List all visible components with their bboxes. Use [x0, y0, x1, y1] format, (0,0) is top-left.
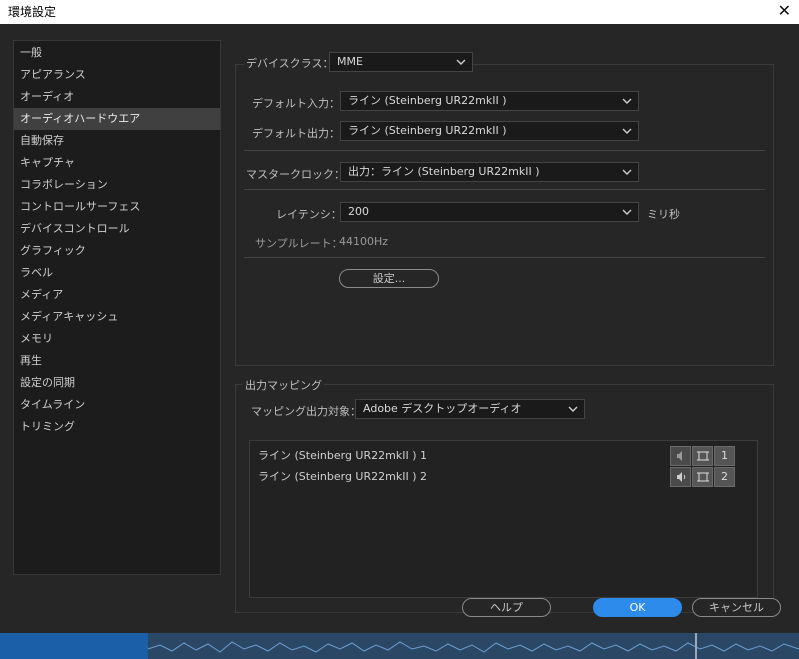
- default-output-select[interactable]: ライン (Steinberg UR22mkII ): [340, 121, 639, 141]
- sidebar-item[interactable]: メディア: [14, 284, 220, 306]
- sidebar-item[interactable]: オーディオハードウエア: [14, 108, 220, 130]
- device-class-select[interactable]: MME: [329, 52, 473, 72]
- sidebar-item[interactable]: アピアランス: [14, 64, 220, 86]
- mapping-target-value: Adobe デスクトップオーディオ: [363, 402, 522, 415]
- default-input-select[interactable]: ライン (Steinberg UR22mkII ): [340, 91, 639, 111]
- channel-frame-icon[interactable]: [692, 446, 713, 466]
- mapping-list: ライン (Steinberg UR22mkII ) 1 ライン (Steinbe…: [249, 440, 758, 598]
- sidebar-item[interactable]: コラボレーション: [14, 174, 220, 196]
- master-clock-value: 出力：ライン (Steinberg UR22mkII ): [348, 165, 540, 178]
- sidebar-item[interactable]: 一般: [14, 42, 220, 64]
- sidebar-item[interactable]: オーディオ: [14, 86, 220, 108]
- title-bar: 環境設定 ✕: [0, 0, 799, 24]
- chevron-down-icon: [622, 128, 632, 134]
- sample-rate-value: 44100Hz: [339, 235, 389, 248]
- timeline-waveform-strip: [0, 633, 799, 659]
- sidebar-item[interactable]: デバイスコントロール: [14, 218, 220, 240]
- sample-rate-label: サンプルレート：: [255, 237, 343, 250]
- latency-label: レイテンシ：: [276, 208, 342, 221]
- sidebar-item[interactable]: ラベル: [14, 262, 220, 284]
- sidebar-item[interactable]: キャプチャ: [14, 152, 220, 174]
- latency-value: 200: [348, 205, 369, 218]
- preferences-dialog: 一般 アピアランス オーディオ オーディオハードウエア 自動保存 キャプチャ コラボレーショ…: [0, 24, 799, 633]
- default-input-label: デフォルト入力：: [252, 97, 340, 110]
- sidebar-item[interactable]: トリミング: [14, 416, 220, 438]
- default-output-label: デフォルト出力：: [252, 127, 340, 140]
- channel-number: 2: [714, 467, 735, 487]
- chevron-down-icon: [622, 169, 632, 175]
- device-class-label: デバイスクラス：: [244, 55, 336, 71]
- sidebar-item[interactable]: メモリ: [14, 328, 220, 350]
- chevron-down-icon: [568, 406, 578, 412]
- mapping-row-label: ライン (Steinberg UR22mkII ) 1: [258, 449, 427, 462]
- channel-number: 1: [714, 446, 735, 466]
- sidebar-item[interactable]: グラフィック: [14, 240, 220, 262]
- channel-frame-icon[interactable]: [692, 467, 713, 487]
- latency-select[interactable]: 200: [340, 202, 639, 222]
- close-icon[interactable]: ✕: [778, 1, 791, 20]
- latency-unit: ミリ秒: [647, 208, 680, 221]
- cancel-button[interactable]: キャンセル: [692, 598, 781, 617]
- divider: [244, 150, 765, 151]
- device-class-value: MME: [337, 55, 363, 68]
- divider: [244, 257, 765, 258]
- sidebar-item[interactable]: 自動保存: [14, 130, 220, 152]
- chevron-down-icon: [622, 209, 632, 215]
- master-clock-select[interactable]: 出力：ライン (Steinberg UR22mkII ): [340, 162, 639, 182]
- window-title: 環境設定: [8, 5, 57, 19]
- waveform-icon: [0, 633, 799, 659]
- default-output-value: ライン (Steinberg UR22mkII ): [348, 124, 507, 137]
- master-clock-label: マスタークロック：: [246, 168, 345, 181]
- sidebar-item[interactable]: コントロールサーフェス: [14, 196, 220, 218]
- mapping-target-label: マッピング出力対象：: [251, 405, 361, 418]
- sidebar: 一般 アピアランス オーディオ オーディオハードウエア 自動保存 キャプチャ コラボレーショ…: [13, 40, 221, 575]
- speaker-icon[interactable]: [670, 467, 691, 487]
- help-button[interactable]: ヘルプ: [462, 598, 551, 617]
- mapping-target-select[interactable]: Adobe デスクトップオーディオ: [355, 399, 585, 419]
- speaker-icon[interactable]: [670, 446, 691, 466]
- output-mapping-label: 出力マッピング: [243, 377, 324, 393]
- sidebar-item[interactable]: 設定の同期: [14, 372, 220, 394]
- sidebar-item[interactable]: 再生: [14, 350, 220, 372]
- mapping-row-label: ライン (Steinberg UR22mkII ) 2: [258, 470, 427, 483]
- ok-button[interactable]: OK: [593, 598, 682, 617]
- settings-button[interactable]: 設定...: [339, 269, 439, 288]
- chevron-down-icon: [622, 98, 632, 104]
- sidebar-item[interactable]: タイムライン: [14, 394, 220, 416]
- default-input-value: ライン (Steinberg UR22mkII ): [348, 94, 507, 107]
- sidebar-item[interactable]: メディアキャッシュ: [14, 306, 220, 328]
- chevron-down-icon: [456, 59, 466, 65]
- divider: [244, 189, 765, 190]
